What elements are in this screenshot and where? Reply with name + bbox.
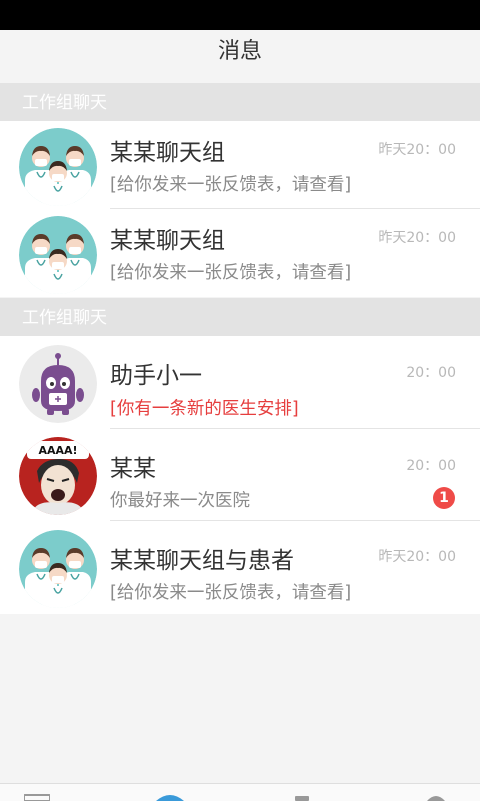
conversation-preview: [给你发来一张反馈表，请查看] bbox=[110, 175, 352, 195]
conversation-row[interactable]: 助手小一 20：00 [你有一条新的医生安排] bbox=[0, 336, 480, 429]
page-title: 消息 bbox=[0, 30, 480, 82]
conversation-time: 昨天20：00 bbox=[378, 230, 456, 246]
conversation-name: 某某聊天组 bbox=[110, 140, 225, 166]
conversation-preview: [给你发来一张反馈表，请查看] bbox=[110, 263, 352, 283]
screaming-man-avatar: AAAA! bbox=[19, 437, 97, 515]
conversation-name: 某某 bbox=[110, 456, 156, 482]
doctors-group-avatar bbox=[19, 216, 97, 294]
conversation-name: 某某聊天组 bbox=[110, 228, 225, 254]
doctors-group-avatar bbox=[19, 128, 97, 206]
doctors-group-avatar bbox=[19, 530, 97, 608]
conversation-preview: 你最好来一次医院 bbox=[110, 491, 250, 511]
unread-badge: 1 bbox=[433, 487, 455, 509]
conversation-time: 昨天20：00 bbox=[378, 142, 456, 158]
conversation-row[interactable]: AAAA! 某某 20：00 你最好来一次医院 1 bbox=[0, 429, 480, 521]
section-header: 工作组聊天 bbox=[0, 298, 480, 336]
conversation-preview: [你有一条新的医生安排] bbox=[110, 399, 299, 419]
conversation-row[interactable]: 某某聊天组 昨天20：00 [给你发来一张反馈表，请查看] bbox=[0, 209, 480, 297]
robot-assistant-avatar bbox=[19, 345, 97, 423]
status-bar bbox=[0, 0, 480, 30]
conversation-time: 20：00 bbox=[406, 458, 456, 474]
conversation-row[interactable]: 某某聊天组与患者 昨天20：00 [给你发来一张反馈表，请查看] bbox=[0, 521, 480, 614]
conversation-preview: [给你发来一张反馈表，请查看] bbox=[110, 583, 352, 603]
svg-text:AAAA!: AAAA! bbox=[38, 444, 77, 457]
conversation-time: 20：00 bbox=[406, 365, 456, 381]
conversation-time: 昨天20：00 bbox=[378, 549, 456, 565]
conversation-name: 助手小一 bbox=[110, 363, 202, 389]
conversation-name: 某某聊天组与患者 bbox=[110, 548, 294, 574]
section-header: 工作组聊天 bbox=[0, 83, 480, 121]
bottom-tab-bar bbox=[0, 783, 480, 801]
conversation-row[interactable]: 某某聊天组 昨天20：00 [给你发来一张反馈表，请查看] bbox=[0, 121, 480, 209]
